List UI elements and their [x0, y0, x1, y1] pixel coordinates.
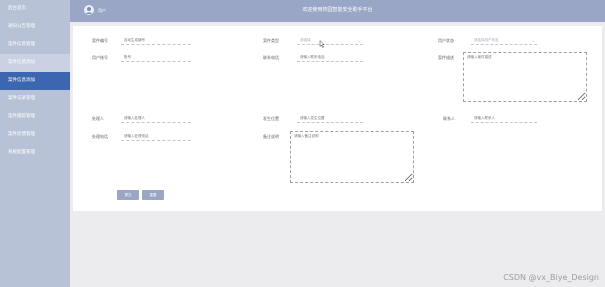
handler-label: 处理人 [92, 116, 104, 121]
user-status-label: 用户状态 [438, 38, 454, 43]
chevron-down-icon: ⌄ [531, 38, 535, 43]
chevron-down-icon: ⌄ [357, 38, 361, 43]
sidebar-item-case-manage[interactable]: 案件信息管理 [0, 36, 70, 54]
case-no-input[interactable] [121, 36, 191, 45]
case-detail-textarea[interactable] [463, 52, 587, 102]
sidebar-item-notice[interactable]: 通知公告管理 [0, 18, 70, 36]
contact-label: 联系电话 [263, 55, 279, 60]
sidebar-item-case-track[interactable]: 案件跟踪管理 [0, 108, 70, 126]
case-no-label: 案件编号 [92, 38, 108, 43]
sidebar-item-home[interactable]: 后台首页 [0, 0, 70, 18]
submit-button[interactable]: 提交 [117, 190, 139, 200]
location-input[interactable] [297, 114, 363, 123]
case-type-label: 案件类型 [263, 38, 279, 43]
main-area: 案件编号 案件类型 请选择 ⌄ 用户状态 请选择用户状态 ⌄ 用户账号 联系电话… [70, 22, 605, 287]
remark-label: 备注说明 [263, 134, 279, 139]
remark-textarea[interactable] [290, 131, 414, 183]
user-id-input[interactable] [121, 53, 191, 62]
sidebar-item-system[interactable]: 系统配置管理 [0, 144, 70, 162]
user-status-value: 请选择用户状态 [474, 38, 499, 42]
sidebar-item-case-add-light[interactable]: 案件信息添加 [0, 54, 70, 72]
top-bar: 用户 欢迎使用校园智能安全助手平台 [70, 0, 605, 22]
reset-button[interactable]: 重置 [142, 190, 164, 200]
sidebar-item-case-add[interactable]: 案件信息添加 [0, 72, 70, 90]
page-title: 欢迎使用校园智能安全助手平台 [302, 7, 373, 13]
handler-input[interactable] [121, 114, 191, 123]
sidebar: 后台首页 通知公告管理 案件信息管理 案件信息添加 案件信息添加 案件记录管理 … [0, 0, 70, 287]
case-detail-label: 案件描述 [438, 55, 454, 60]
sidebar-item-case-feedback[interactable]: 案件反馈管理 [0, 126, 70, 144]
mouse-cursor-icon [319, 40, 325, 48]
handler-phone-input[interactable] [121, 132, 191, 141]
case-type-value: 请选择 [300, 38, 311, 42]
handler-phone-label: 处理电话 [92, 134, 108, 139]
user-id-label: 用户账号 [92, 55, 108, 60]
form-card: 案件编号 案件类型 请选择 ⌄ 用户状态 请选择用户状态 ⌄ 用户账号 联系电话… [73, 26, 602, 211]
watermark: CSDN @vx_Biye_Design [503, 273, 599, 282]
case-type-select[interactable]: 请选择 ⌄ [297, 36, 363, 45]
contact-input[interactable] [297, 53, 363, 62]
user-status-select[interactable]: 请选择用户状态 ⌄ [471, 36, 537, 45]
location-label: 发生位置 [263, 116, 279, 121]
sidebar-item-case-record[interactable]: 案件记录管理 [0, 90, 70, 108]
contact-person-input[interactable] [471, 114, 537, 123]
contact-person-label: 联系人 [443, 116, 455, 121]
